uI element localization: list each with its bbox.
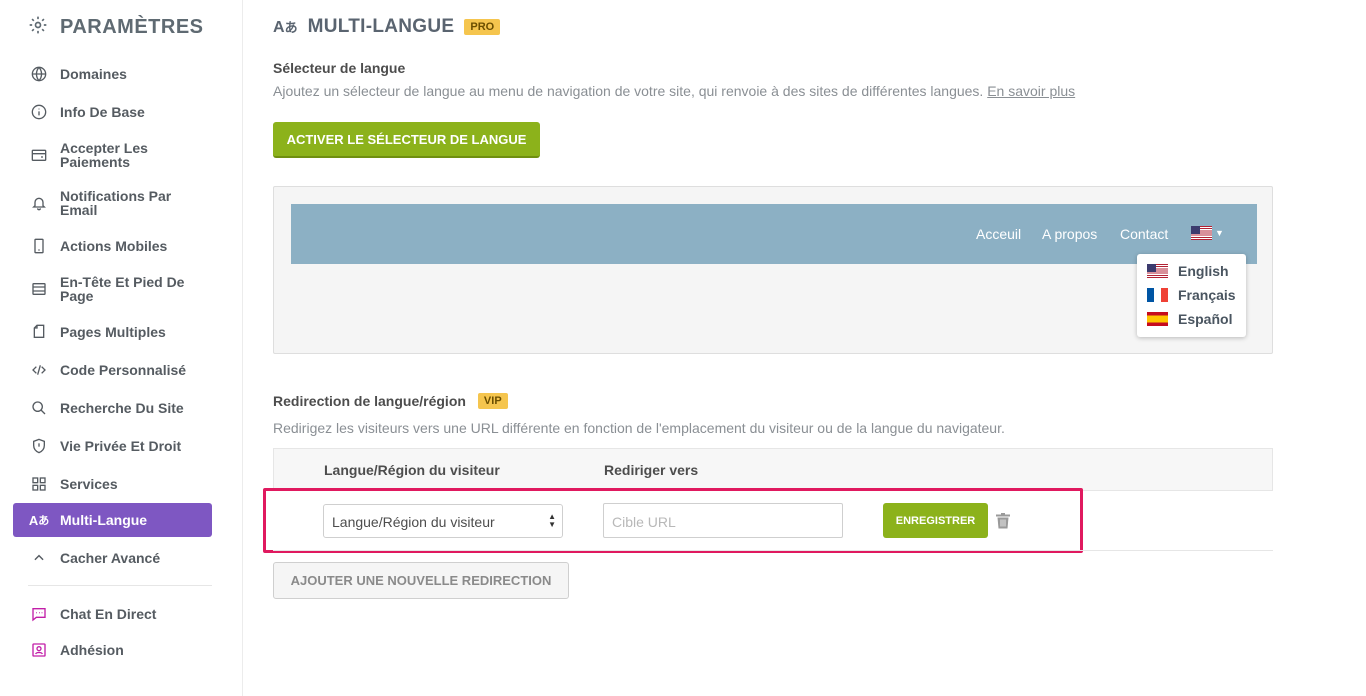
main-content: Aあ MULTI-LANGUE PRO Sélecteur de langue … [263, 0, 1273, 696]
language-label: English [1178, 263, 1229, 279]
visitor-language-select[interactable]: Langue/Région du visiteur ▲ ▼ [323, 504, 563, 538]
sidebar-item-label: Info De Base [60, 104, 145, 120]
us-flag-icon [1147, 264, 1168, 278]
sidebar-item-label: Cacher Avancé [60, 550, 161, 566]
redirect-section-title: Redirection de langue/région [273, 393, 466, 409]
sidebar-item-label: Adhésion [60, 642, 124, 658]
save-button[interactable]: ENREGISTRER [883, 503, 988, 538]
table-row-divider [273, 550, 1273, 551]
sidebar-item-domaines[interactable]: Domaines [13, 64, 212, 84]
grid-icon [30, 475, 48, 493]
nav-link-contact: Contact [1120, 226, 1169, 242]
column-header-redirect: Rediriger vers [604, 462, 699, 478]
sidebar-item-actions-mobiles[interactable]: Actions Mobiles [13, 236, 212, 256]
language-option-espanol: Español [1147, 311, 1232, 327]
column-header-visitor: Langue/Région du visiteur [324, 462, 500, 478]
selector-section-description: Ajoutez un sélecteur de langue au menu d… [273, 83, 1075, 99]
selector-section-title: Sélecteur de langue [273, 60, 406, 76]
sidebar-item-pages-multiples[interactable]: Pages Multiples [13, 322, 212, 342]
wallet-icon [30, 146, 48, 164]
pages-icon [30, 323, 48, 341]
sidebar-item-label: Recherche Du Site [60, 400, 184, 416]
sidebar-item-en-tete[interactable]: En-Tête Et Pied De Page [13, 274, 212, 304]
sidebar-item-vie-privee[interactable]: Vie Privée Et Droit [13, 436, 212, 456]
trash-icon[interactable] [996, 513, 1010, 529]
sidebar-item-services[interactable]: Services [13, 474, 212, 494]
sidebar-item-label: Vie Privée Et Droit [60, 438, 182, 454]
fr-flag-icon [1147, 288, 1168, 302]
us-flag-icon [1191, 226, 1212, 240]
sidebar-item-label: En-Tête Et Pied De Page [60, 274, 185, 304]
vip-badge: VIP [477, 393, 508, 409]
language-selector-preview: Acceuil A propos Contact ▼ English Franç… [273, 186, 1273, 354]
language-dropdown: English Français Español [1137, 254, 1246, 337]
redirect-table-header: Langue/Région du visiteur Rediriger vers [273, 448, 1273, 491]
language-option-francais: Français [1147, 287, 1236, 303]
sidebar-item-label: Accepter Les Paiements [60, 140, 148, 170]
caret-down-icon: ▼ [1215, 228, 1224, 238]
redirect-section-description: Redirigez les visiteurs vers une URL dif… [273, 420, 1005, 436]
sidebar-item-label: Code Personnalisé [60, 362, 187, 378]
sidebar-item-cacher-avance[interactable]: Cacher Avancé [13, 548, 212, 568]
selector-description-text: Ajoutez un sélecteur de langue au menu d… [273, 83, 984, 99]
es-flag-icon [1147, 312, 1168, 326]
member-icon [30, 641, 48, 659]
add-redirect-button[interactable]: AJOUTER UNE NOUVELLE REDIRECTION [273, 562, 569, 599]
preview-navbar: Acceuil A propos Contact ▼ [291, 204, 1257, 264]
translate-icon: Aあ [28, 512, 50, 528]
mobile-icon [30, 237, 48, 255]
sidebar-item-recherche[interactable]: Recherche Du Site [13, 398, 212, 418]
sidebar: PARAMÈTRES Domaines Info De Base Accepte… [0, 0, 243, 696]
language-flag-toggle: ▼ [1191, 226, 1224, 240]
sidebar-item-label: Domaines [60, 66, 127, 82]
translate-icon: Aあ [273, 19, 298, 36]
globe-icon [30, 65, 48, 83]
sidebar-item-label: Chat En Direct [60, 606, 157, 622]
learn-more-link[interactable]: En savoir plus [987, 83, 1075, 99]
nav-link-apropos: A propos [1042, 226, 1098, 242]
target-url-input[interactable]: Cible URL [603, 503, 843, 538]
sidebar-item-multi-langue[interactable]: Aあ Multi-Langue [13, 503, 212, 537]
gear-icon [28, 15, 48, 40]
nav-link-acceuil: Acceuil [976, 226, 1022, 242]
sidebar-item-adhesion[interactable]: Adhésion [13, 640, 212, 660]
language-label: Français [1178, 287, 1236, 303]
select-arrows-icon: ▲ ▼ [548, 512, 556, 529]
pro-badge: PRO [464, 19, 501, 35]
sidebar-item-notifications[interactable]: Notifications Par Email [13, 188, 212, 218]
header-footer-icon [30, 280, 48, 298]
sidebar-item-paiements[interactable]: Accepter Les Paiements [13, 140, 212, 170]
sidebar-item-label: Notifications Par Email [60, 188, 172, 218]
page-header: Aあ MULTI-LANGUE PRO [273, 16, 501, 38]
page-title: MULTI-LANGUE [307, 16, 455, 37]
sidebar-item-label: Actions Mobiles [60, 238, 168, 254]
sidebar-header: PARAMÈTRES [28, 15, 204, 40]
sidebar-item-chat[interactable]: Chat En Direct [13, 604, 212, 624]
sidebar-divider [28, 585, 212, 586]
sidebar-item-label: Pages Multiples [60, 324, 166, 340]
select-value: Langue/Région du visiteur [332, 514, 495, 530]
sidebar-item-code[interactable]: Code Personnalisé [13, 360, 212, 380]
sidebar-title: PARAMÈTRES [60, 16, 204, 38]
redirect-section-header: Redirection de langue/région VIP [273, 393, 508, 409]
sidebar-item-label: Multi-Langue [60, 512, 148, 528]
shield-icon [30, 437, 48, 455]
activate-language-selector-button[interactable]: ACTIVER LE SÉLECTEUR DE LANGUE [273, 122, 540, 158]
chat-icon [30, 605, 48, 623]
sidebar-item-label: Services [60, 476, 118, 492]
code-icon [30, 361, 48, 379]
language-option-english: English [1147, 263, 1229, 279]
info-icon [30, 103, 48, 121]
bell-icon [30, 194, 48, 212]
chevron-up-icon [30, 549, 48, 567]
search-icon [30, 399, 48, 417]
language-label: Español [1178, 311, 1233, 327]
sidebar-item-info[interactable]: Info De Base [13, 102, 212, 122]
